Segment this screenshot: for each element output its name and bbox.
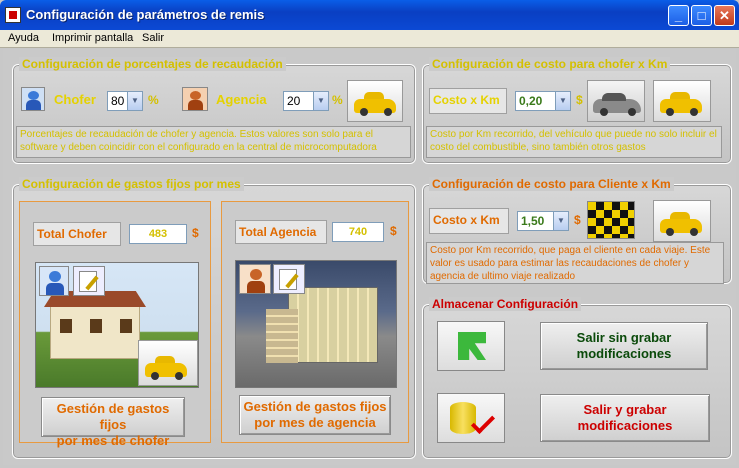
panel-chofer: Total Chofer 483 $ Gestión de gastos fij… bbox=[19, 201, 211, 448]
total-agencia-label: Total Agencia bbox=[239, 225, 317, 239]
total-chofer-label: Total Chofer bbox=[37, 227, 107, 241]
chevron-down-icon[interactable]: ▼ bbox=[555, 92, 570, 110]
menu-ayuda[interactable]: Ayuda bbox=[8, 32, 39, 44]
recaudacion-description: Porcentajes de recaudación de chofer y a… bbox=[16, 126, 411, 158]
taxi-icon bbox=[347, 80, 403, 122]
database-save-icon[interactable] bbox=[437, 393, 505, 443]
gestion-gastos-chofer-button[interactable]: Gestión de gastos fijos por mes de chofe… bbox=[41, 397, 185, 448]
group-title: Configuración de costo para Cliente x Km bbox=[429, 177, 674, 191]
menu-imprimir[interactable]: Imprimir pantalla bbox=[52, 32, 133, 44]
edit-icon bbox=[73, 266, 105, 296]
currency-sign: $ bbox=[574, 213, 581, 227]
agencia-percent-select[interactable]: 20 ▼ bbox=[283, 91, 329, 111]
percent-sign: % bbox=[148, 93, 159, 107]
costo-cliente-label: Costo x Km bbox=[433, 213, 500, 227]
taxi-icon bbox=[138, 340, 198, 386]
costo-chofer-description: Costo por Km recorrido, del vehículo que… bbox=[426, 126, 722, 158]
menu-salir[interactable]: Salir bbox=[142, 32, 164, 44]
chofer-icon bbox=[39, 266, 69, 296]
group-costo-cliente: Configuración de costo para Cliente x Km… bbox=[422, 177, 732, 284]
taxi-icon bbox=[653, 200, 711, 242]
panel-agencia: Total Agencia 740 $ Gestión de gastos fi… bbox=[221, 201, 409, 443]
total-chofer-value: 483 bbox=[129, 224, 187, 244]
minimize-button[interactable]: _ bbox=[668, 5, 689, 26]
chevron-down-icon[interactable]: ▼ bbox=[553, 212, 568, 230]
gestion-gastos-agencia-button[interactable]: Gestión de gastos fijos por mes de agenc… bbox=[239, 395, 391, 435]
group-costo-chofer: Configuración de costo para chofer x Km … bbox=[422, 57, 732, 164]
group-title: Configuración de gastos fijos por mes bbox=[19, 177, 244, 191]
back-arrow-icon[interactable] bbox=[437, 321, 505, 371]
group-title: Configuración de costo para chofer x Km bbox=[429, 57, 671, 71]
group-title: Configuración de porcentajes de recaudac… bbox=[19, 57, 286, 71]
group-recaudacion: Configuración de porcentajes de recaudac… bbox=[12, 57, 416, 164]
client-area: Configuración de porcentajes de recaudac… bbox=[3, 49, 736, 465]
agencia-label: Agencia bbox=[216, 92, 267, 107]
checkered-flag-icon bbox=[587, 201, 635, 239]
costo-chofer-select[interactable]: 0,20 ▼ bbox=[515, 91, 571, 111]
chofer-label: Chofer bbox=[54, 92, 96, 107]
close-button[interactable]: ✕ bbox=[714, 5, 735, 26]
salir-sin-grabar-button[interactable]: Salir sin grabar modificaciones bbox=[540, 322, 708, 370]
currency-sign: $ bbox=[192, 226, 199, 240]
group-title: Almacenar Configuración bbox=[429, 297, 582, 311]
costo-cliente-description: Costo por Km recorrido, que paga el clie… bbox=[426, 242, 724, 284]
title-bar: Configuración de parámetros de remis _ □… bbox=[0, 0, 739, 30]
salir-y-grabar-button[interactable]: Salir y grabar modificaciones bbox=[540, 394, 710, 442]
percent-sign: % bbox=[332, 93, 343, 107]
car-icon bbox=[587, 80, 645, 122]
window-title: Configuración de parámetros de remis bbox=[26, 7, 265, 22]
total-agencia-value: 740 bbox=[332, 222, 384, 242]
group-gastos-fijos: Configuración de gastos fijos por mes To… bbox=[12, 177, 416, 459]
edit-icon bbox=[273, 264, 305, 294]
chevron-down-icon[interactable]: ▼ bbox=[127, 92, 142, 110]
group-almacenar: Almacenar Configuración Salir sin grabar… bbox=[422, 297, 732, 459]
chofer-icon bbox=[21, 87, 45, 111]
maximize-button[interactable]: □ bbox=[691, 5, 712, 26]
currency-sign: $ bbox=[390, 224, 397, 238]
costo-cliente-select[interactable]: 1,50 ▼ bbox=[517, 211, 569, 231]
chevron-down-icon[interactable]: ▼ bbox=[313, 92, 328, 110]
costo-chofer-label: Costo x Km bbox=[433, 93, 500, 107]
app-icon bbox=[5, 7, 21, 23]
chofer-percent-select[interactable]: 80 ▼ bbox=[107, 91, 143, 111]
currency-sign: $ bbox=[576, 93, 583, 107]
agencia-icon bbox=[239, 264, 271, 294]
taxi-icon bbox=[653, 80, 711, 122]
agencia-icon bbox=[182, 87, 208, 111]
menu-bar: Ayuda Imprimir pantalla Salir bbox=[0, 30, 739, 48]
